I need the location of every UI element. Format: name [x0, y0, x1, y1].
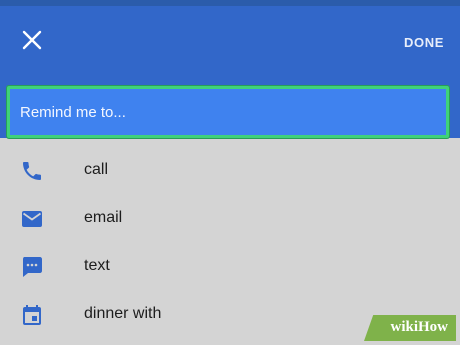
suggestion-label: dinner with — [84, 305, 162, 322]
suggestion-list: call email text dinner with — [0, 146, 460, 338]
phone-icon — [20, 159, 44, 183]
suggestion-label: call — [84, 161, 109, 178]
watermark-text: wikiHow — [390, 319, 448, 335]
reminder-field-highlight — [7, 86, 449, 138]
wikihow-watermark: wikiHow — [364, 315, 456, 341]
close-button[interactable] — [20, 28, 44, 52]
message-icon — [20, 255, 44, 279]
remind-me-input[interactable] — [10, 89, 446, 135]
calendar-icon — [20, 303, 44, 327]
email-icon — [20, 207, 44, 231]
app-bar: DONE — [0, 6, 460, 138]
close-icon — [22, 30, 42, 50]
suggestion-call[interactable]: call — [0, 146, 460, 194]
suggestion-label: text — [84, 257, 110, 274]
suggestion-email[interactable]: email — [0, 194, 460, 242]
suggestion-text[interactable]: text — [0, 242, 460, 290]
done-button[interactable]: DONE — [404, 35, 444, 50]
suggestion-label: email — [84, 209, 123, 226]
